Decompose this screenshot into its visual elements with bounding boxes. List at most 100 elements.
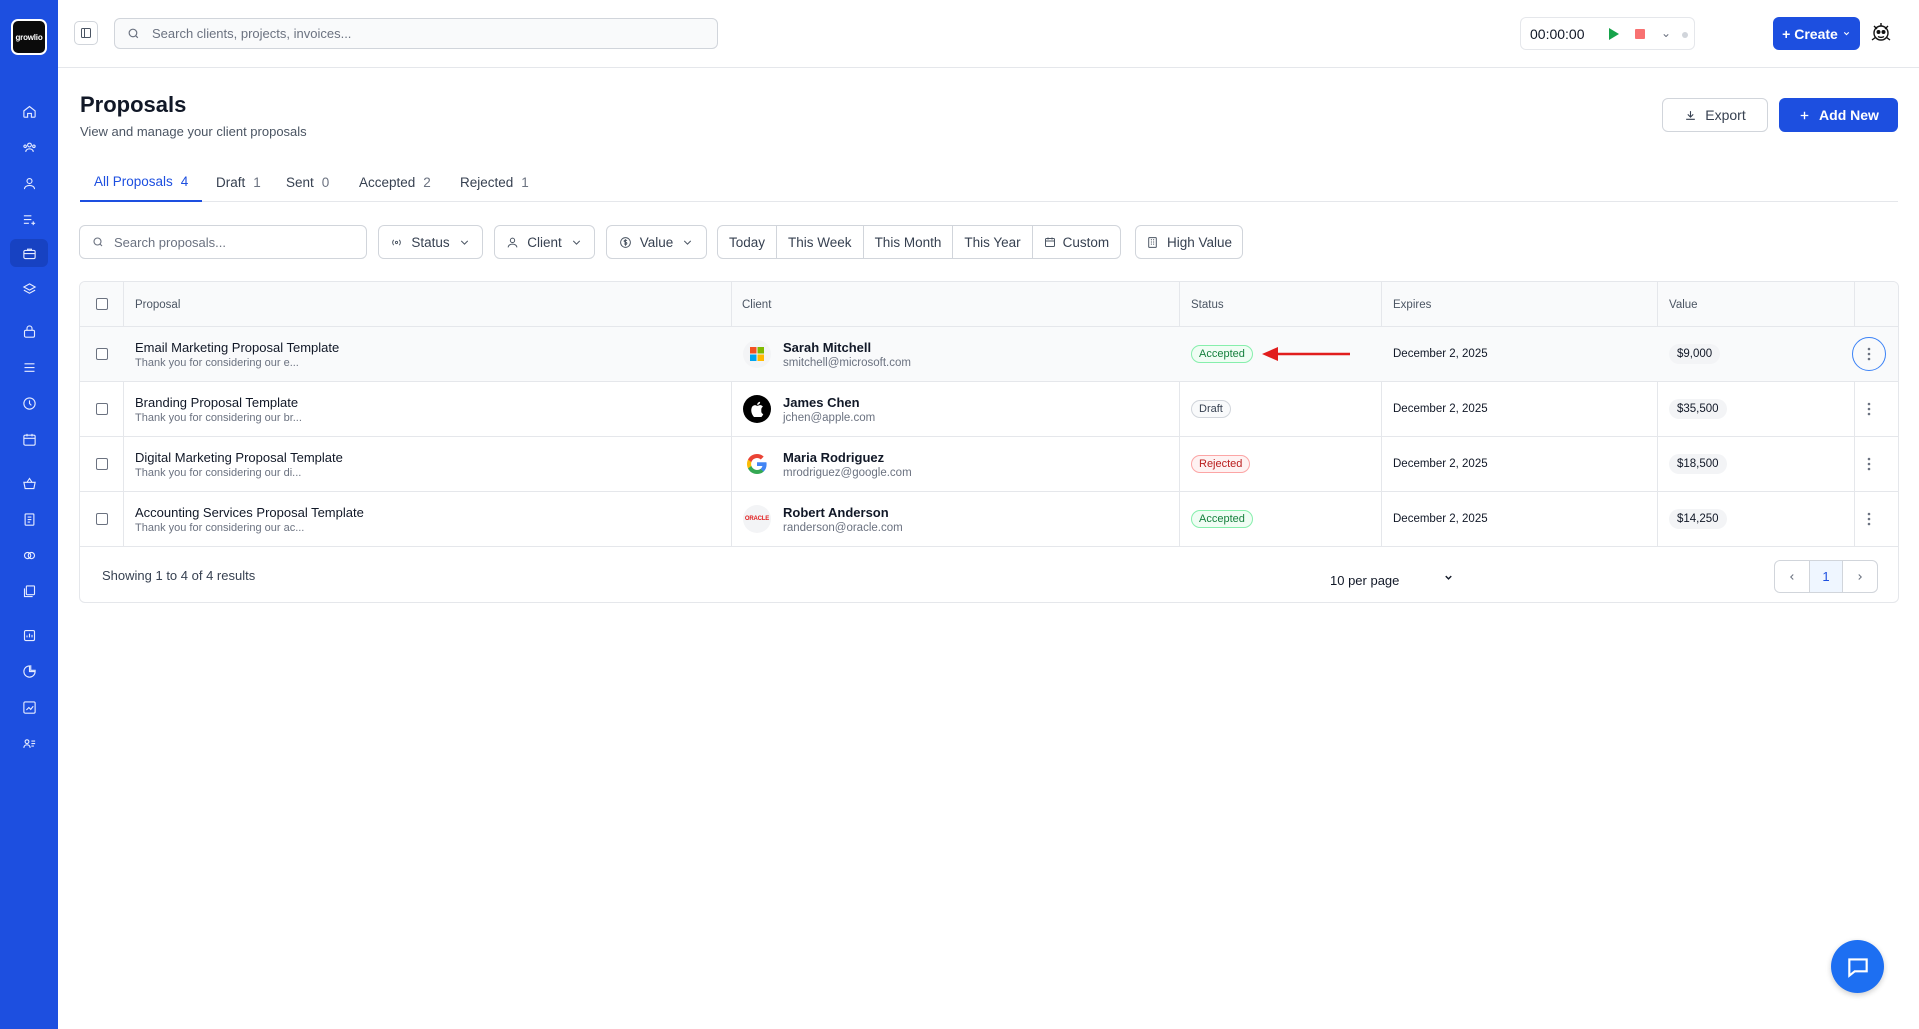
tab-accepted[interactable]: Accepted 2 bbox=[345, 162, 445, 202]
export-button[interactable]: Export bbox=[1662, 98, 1768, 132]
status-filter-label: Status bbox=[411, 234, 450, 250]
period-this-week[interactable]: This Week bbox=[777, 226, 864, 258]
value-filter[interactable]: Value bbox=[606, 225, 707, 259]
receipt-icon[interactable] bbox=[10, 505, 48, 533]
table-row[interactable]: Digital Marketing Proposal Template Than… bbox=[80, 437, 1898, 492]
expires-date: December 2, 2025 bbox=[1393, 458, 1488, 470]
pie-chart-icon[interactable] bbox=[10, 657, 48, 685]
proposals-table: Proposal Client Status Expires Value Ema… bbox=[79, 281, 1899, 603]
high-value-filter[interactable]: High Value bbox=[1135, 225, 1243, 259]
row-actions-button[interactable] bbox=[1852, 502, 1886, 536]
proposal-desc: Thank you for considering our e... bbox=[135, 357, 299, 369]
tab-draft[interactable]: Draft 1 bbox=[202, 162, 275, 202]
time-tracker: 00:00:00 ⌄ bbox=[1520, 17, 1695, 50]
user-icon[interactable] bbox=[10, 169, 48, 197]
chat-icon bbox=[1847, 957, 1868, 978]
global-search-input[interactable] bbox=[152, 26, 692, 41]
chevron-down-icon[interactable]: ⌄ bbox=[1661, 26, 1671, 40]
row-actions-button[interactable] bbox=[1852, 337, 1886, 371]
per-page-select[interactable]: 10 per page bbox=[1330, 568, 1462, 592]
table-row[interactable]: Branding Proposal Template Thank you for… bbox=[80, 382, 1898, 437]
layers-icon[interactable] bbox=[10, 275, 48, 303]
col-status[interactable]: Status bbox=[1180, 282, 1224, 327]
status-filter[interactable]: Status bbox=[378, 225, 483, 259]
col-proposal[interactable]: Proposal bbox=[124, 282, 180, 327]
coins-icon[interactable] bbox=[10, 541, 48, 569]
microsoft-logo-icon bbox=[743, 340, 771, 368]
proposal-search[interactable] bbox=[79, 225, 367, 259]
sidebar-toggle-button[interactable] bbox=[74, 21, 98, 45]
stop-icon[interactable] bbox=[1635, 29, 1645, 39]
tab-label: Sent bbox=[286, 174, 314, 190]
tab-count: 2 bbox=[423, 174, 431, 190]
client-name: James Chen bbox=[783, 395, 860, 410]
table-row[interactable]: Accounting Services Proposal Template Th… bbox=[80, 492, 1898, 547]
tab-sent[interactable]: Sent 0 bbox=[272, 162, 343, 202]
value-pill: $14,250 bbox=[1669, 509, 1727, 529]
documents-icon[interactable] bbox=[10, 577, 48, 605]
home-icon[interactable] bbox=[10, 97, 48, 125]
prev-page-button[interactable] bbox=[1775, 561, 1809, 592]
tab-all-proposals[interactable]: All Proposals 4 bbox=[80, 162, 203, 202]
sidebar: growlio bbox=[0, 0, 58, 1029]
basket-icon[interactable] bbox=[10, 469, 48, 497]
tab-rejected[interactable]: Rejected 1 bbox=[446, 162, 543, 202]
clock-icon[interactable] bbox=[10, 389, 48, 417]
row-checkbox[interactable] bbox=[96, 348, 108, 360]
row-checkbox[interactable] bbox=[96, 513, 108, 525]
chat-support-button[interactable] bbox=[1831, 940, 1884, 993]
search-icon bbox=[128, 28, 139, 39]
col-expires[interactable]: Expires bbox=[1382, 282, 1431, 327]
team-icon[interactable] bbox=[10, 133, 48, 161]
row-actions-button[interactable] bbox=[1852, 392, 1886, 426]
create-button[interactable]: + Create bbox=[1773, 17, 1860, 50]
col-client[interactable]: Client bbox=[731, 282, 771, 327]
lock-icon[interactable] bbox=[10, 317, 48, 345]
avatar[interactable] bbox=[1866, 18, 1896, 48]
client-filter[interactable]: Client bbox=[494, 225, 595, 259]
calendar-icon[interactable] bbox=[10, 425, 48, 453]
list-add-icon[interactable] bbox=[10, 205, 48, 233]
play-icon[interactable] bbox=[1609, 28, 1619, 40]
custom-label: Custom bbox=[1062, 234, 1110, 250]
dollar-icon bbox=[619, 236, 631, 248]
proposal-title[interactable]: Digital Marketing Proposal Template bbox=[135, 450, 343, 465]
proposal-search-input[interactable] bbox=[114, 234, 344, 250]
app-logo[interactable]: growlio bbox=[11, 19, 47, 55]
plus-icon bbox=[1800, 111, 1809, 119]
proposal-title[interactable]: Accounting Services Proposal Template bbox=[135, 505, 364, 520]
select-all-checkbox[interactable] bbox=[96, 298, 108, 310]
period-custom[interactable]: Custom bbox=[1033, 226, 1121, 258]
add-new-button[interactable]: Add New bbox=[1779, 98, 1898, 132]
menu-icon[interactable] bbox=[10, 353, 48, 381]
col-value[interactable]: Value bbox=[1658, 282, 1698, 327]
page-number-button[interactable]: 1 bbox=[1809, 561, 1843, 592]
apple-logo-icon bbox=[743, 395, 771, 423]
briefcase-icon[interactable] bbox=[10, 239, 48, 267]
chart-icon[interactable] bbox=[10, 693, 48, 721]
period-this-year[interactable]: This Year bbox=[953, 226, 1033, 258]
client-name: Maria Rodriguez bbox=[783, 450, 885, 465]
broadcast-icon bbox=[392, 238, 402, 246]
proposal-tabs: All Proposals 4 Draft 1 Sent 0 Accepted 2 Re… bbox=[80, 162, 1898, 202]
period-today[interactable]: Today bbox=[718, 226, 778, 258]
next-page-button[interactable] bbox=[1843, 561, 1877, 592]
table-row[interactable]: Email Marketing Proposal Template Thank … bbox=[80, 327, 1898, 382]
add-new-label: Add New bbox=[1819, 107, 1879, 123]
row-checkbox[interactable] bbox=[96, 403, 108, 415]
proposal-desc: Thank you for considering our di... bbox=[135, 467, 302, 479]
more-vertical-icon bbox=[1867, 347, 1871, 361]
topbar: 00:00:00 ⌄ + Create bbox=[58, 0, 1919, 68]
search-icon bbox=[93, 237, 103, 247]
row-checkbox[interactable] bbox=[96, 458, 108, 470]
row-actions-button[interactable] bbox=[1852, 447, 1886, 481]
proposal-title[interactable]: Email Marketing Proposal Template bbox=[135, 340, 339, 355]
global-search[interactable] bbox=[114, 18, 718, 49]
annotation-arrow bbox=[1262, 347, 1350, 361]
chevron-right-icon bbox=[1858, 573, 1862, 580]
client-name: Sarah Mitchell bbox=[783, 340, 872, 355]
user-list-icon[interactable] bbox=[10, 729, 48, 757]
report-icon[interactable] bbox=[10, 621, 48, 649]
period-this-month[interactable]: This Month bbox=[864, 226, 954, 258]
proposal-title[interactable]: Branding Proposal Template bbox=[135, 395, 298, 410]
